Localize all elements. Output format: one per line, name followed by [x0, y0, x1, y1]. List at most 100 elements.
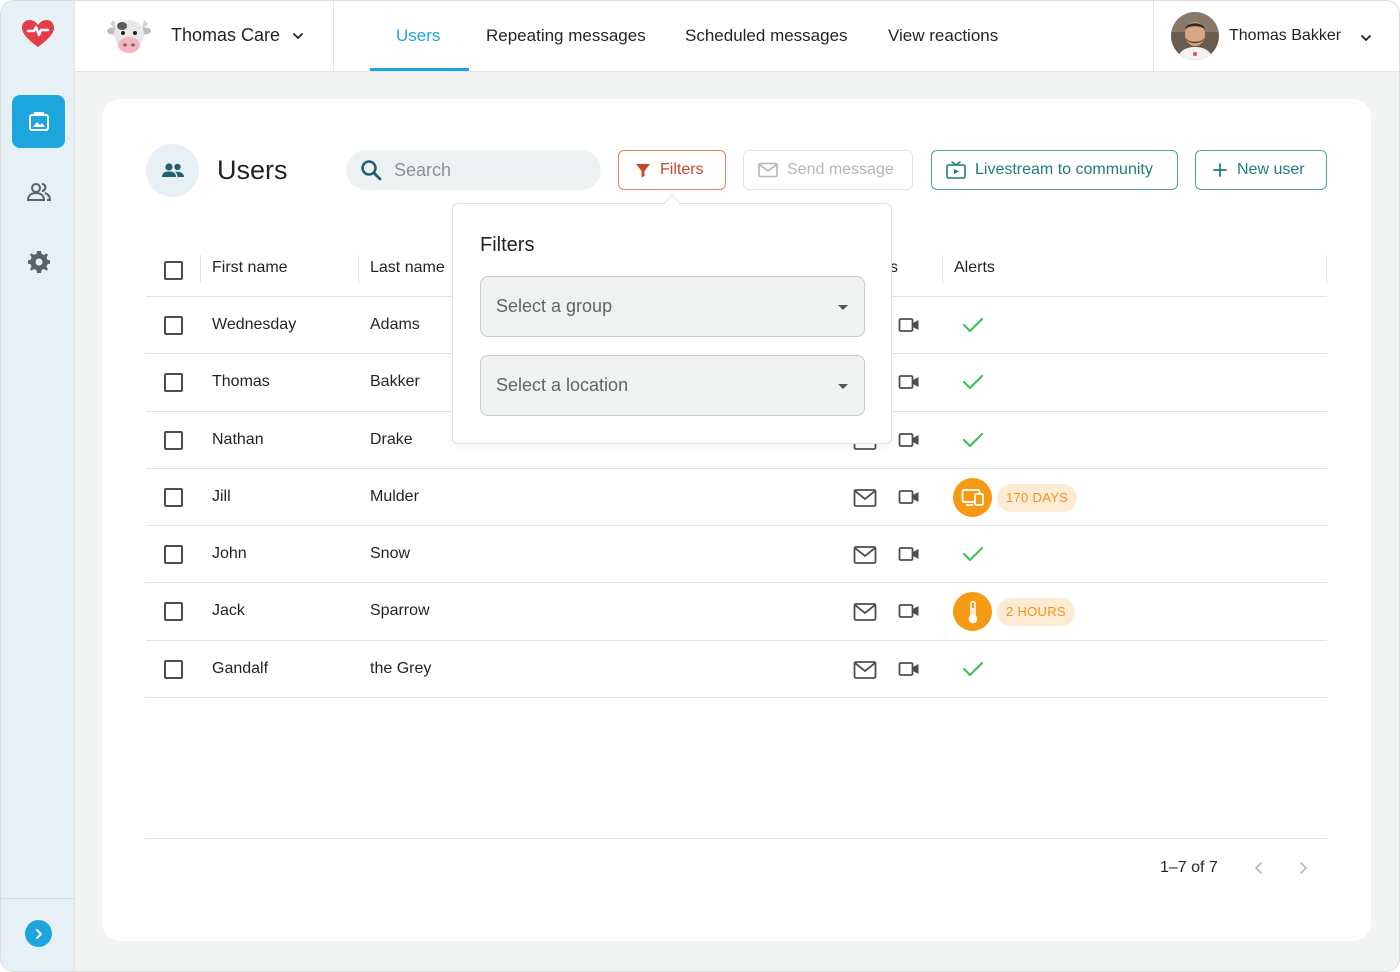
first-name-cell: Gandalf: [212, 659, 269, 677]
row-checkbox[interactable]: [164, 602, 183, 622]
search-input[interactable]: [394, 150, 594, 190]
tab-view-reactions[interactable]: View reactions: [888, 26, 998, 46]
table-row[interactable]: Jack Sparrow 2 HOURS: [146, 583, 1327, 641]
video-call-icon[interactable]: [898, 488, 920, 511]
previous-page-button[interactable]: [1250, 859, 1268, 882]
cow-avatar-icon: [107, 16, 151, 56]
sidebar-item-users[interactable]: [12, 165, 65, 218]
chevron-down-icon: [292, 29, 304, 47]
heart-logo-icon[interactable]: [21, 19, 55, 49]
video-call-icon[interactable]: [898, 431, 920, 454]
video-call-icon[interactable]: [898, 602, 920, 625]
location-select-placeholder: Select a location: [496, 375, 629, 395]
row-checkbox[interactable]: [164, 487, 183, 507]
livestream-label: Livestream to community: [975, 161, 1153, 178]
chevron-down-icon: [1360, 31, 1372, 49]
column-divider: [1326, 255, 1327, 283]
chevron-left-icon: [1255, 862, 1262, 874]
last-name-cell: Mulder: [370, 487, 419, 505]
filters-popover: Filters Select a group Select a location: [452, 194, 892, 444]
header-alerts[interactable]: Alerts: [954, 259, 995, 277]
tab-scheduled-messages[interactable]: Scheduled messages: [685, 26, 848, 46]
plus-icon: [1213, 163, 1227, 177]
page-title: Users: [217, 155, 288, 185]
mail-icon[interactable]: [853, 660, 877, 685]
mail-icon[interactable]: [853, 488, 877, 513]
chevron-right-icon: [35, 928, 42, 939]
chevron-right-icon: [1300, 862, 1307, 874]
select-all-checkbox[interactable]: [164, 261, 183, 280]
header-last-name[interactable]: Last name: [370, 259, 445, 277]
next-page-button[interactable]: [1294, 859, 1312, 882]
active-tab-indicator: [370, 68, 469, 71]
filters-button[interactable]: Filters: [618, 150, 726, 190]
top-bar: Thomas Care Users Repeating messages Sch…: [75, 1, 1399, 72]
check-icon: [962, 316, 984, 339]
filters-popover-title: Filters: [480, 234, 535, 256]
check-icon: [962, 373, 984, 396]
mail-icon[interactable]: [853, 602, 877, 627]
header-first-name[interactable]: First name: [212, 259, 288, 277]
row-checkbox[interactable]: [164, 430, 183, 450]
last-name-cell: Sparrow: [370, 602, 430, 620]
livestream-tv-icon: [946, 161, 966, 179]
filters-button-label: Filters: [660, 161, 704, 178]
video-call-icon[interactable]: [898, 373, 920, 396]
user-name: Thomas Bakker: [1229, 27, 1342, 44]
search-box: [346, 150, 601, 190]
check-icon: [962, 660, 984, 683]
table-row[interactable]: John Snow: [146, 526, 1327, 584]
first-name-cell: Wednesday: [212, 316, 297, 333]
caret-down-icon: [838, 384, 848, 389]
group-select-placeholder: Select a group: [496, 296, 613, 316]
mail-icon: [758, 162, 778, 178]
sidebar-divider: [1, 898, 75, 899]
video-call-icon[interactable]: [898, 660, 920, 683]
row-checkbox[interactable]: [164, 659, 183, 679]
image-frame-icon: [28, 111, 49, 131]
row-checkbox[interactable]: [164, 545, 183, 565]
tab-users[interactable]: Users: [396, 26, 440, 46]
caret-down-icon: [838, 305, 848, 310]
video-call-icon[interactable]: [898, 316, 920, 339]
new-user-button[interactable]: New user: [1195, 150, 1327, 190]
tab-repeating-messages[interactable]: Repeating messages: [486, 26, 646, 46]
column-divider: [942, 255, 943, 283]
check-icon: [962, 545, 984, 568]
last-name-cell: Drake: [370, 430, 413, 448]
alert-duration-badge: 2 HOURS: [997, 598, 1075, 627]
alert-duration-badge: 170 DAYS: [997, 483, 1078, 512]
first-name-cell: Thomas: [212, 373, 270, 391]
livestream-button[interactable]: Livestream to community: [931, 150, 1178, 190]
user-menu[interactable]: Thomas Bakker: [1153, 1, 1399, 72]
last-name-cell: Adams: [370, 316, 420, 333]
app-window: Thomas Care Users Repeating messages Sch…: [0, 0, 1400, 972]
group-select[interactable]: Select a group: [480, 276, 865, 337]
column-divider: [358, 255, 359, 283]
expand-sidebar-button[interactable]: [25, 920, 52, 947]
table-row[interactable]: Gandalf the Grey: [146, 641, 1327, 699]
users-icon: [146, 144, 199, 197]
send-message-button[interactable]: Send message: [743, 150, 913, 190]
send-message-label: Send message: [787, 161, 894, 178]
table-row[interactable]: Jill Mulder 170 DAYS: [146, 469, 1327, 527]
device-offline-icon: [953, 477, 992, 517]
location-select[interactable]: Select a location: [480, 355, 865, 416]
video-call-icon[interactable]: [898, 545, 920, 568]
last-name-cell: the Grey: [370, 659, 432, 677]
sidebar-item-settings[interactable]: [12, 235, 65, 288]
last-name-cell: Bakker: [370, 373, 420, 391]
first-name-cell: John: [212, 545, 247, 563]
last-name-cell: Snow: [370, 545, 411, 563]
first-name-cell: Jill: [212, 487, 231, 505]
users-icon: [26, 182, 51, 201]
search-icon: [361, 160, 382, 181]
row-checkbox[interactable]: [164, 373, 183, 393]
row-checkbox[interactable]: [164, 316, 183, 335]
avatar: [1171, 12, 1219, 60]
sidebar-item-media[interactable]: [12, 95, 65, 148]
thermometer-icon: [953, 592, 992, 632]
mail-icon[interactable]: [853, 545, 877, 570]
new-user-label: New user: [1237, 161, 1305, 178]
org-switcher[interactable]: Thomas Care: [75, 1, 334, 72]
